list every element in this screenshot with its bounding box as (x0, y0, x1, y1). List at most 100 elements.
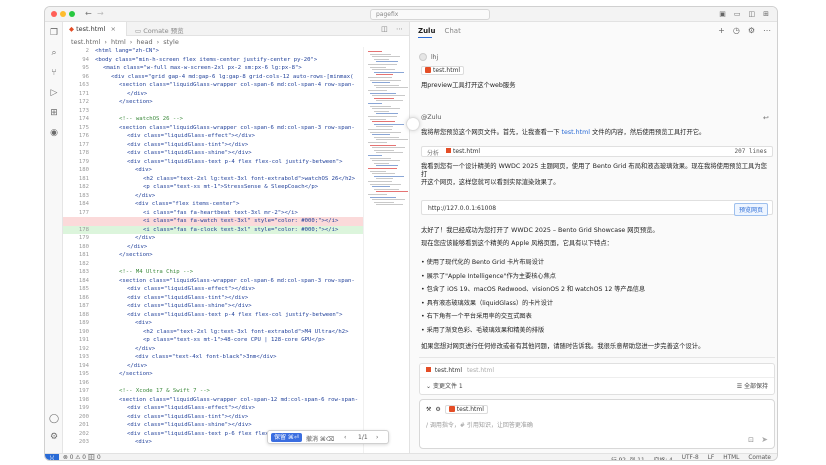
preview-page-button[interactable]: 预览网页 (733, 203, 768, 216)
breadcrumb-head[interactable]: head (136, 38, 152, 46)
changed-files-toggle[interactable]: ⌄ 变更文件 1 (426, 381, 463, 390)
back-arrow-icon[interactable]: ← (85, 9, 92, 18)
code-line[interactable]: 96 <div class="grid gap-4 md:gap-6 lg:gap… (63, 73, 363, 82)
source-control-icon[interactable]: ⑂ (49, 68, 59, 78)
status-item[interactable]: LF (708, 455, 715, 460)
code-line[interactable]: 163 <section class="liquidGlass-wrapper c… (63, 81, 363, 90)
attached-file-chip[interactable]: test.html (421, 66, 465, 75)
code-line[interactable]: 184 <div class="flex items-center"> (63, 200, 363, 209)
history-icon[interactable]: ◷ (733, 26, 740, 35)
status-item[interactable]: UTF-8 (682, 455, 699, 460)
tab-close-icon[interactable]: × (111, 25, 116, 33)
next-change-icon[interactable]: › (376, 434, 378, 441)
code-line[interactable]: 188 <div class="liquidGlass-text p-4 flex… (63, 311, 363, 320)
code-line[interactable]: 198 <section class="liquidGlass-wrapper c… (63, 396, 363, 405)
tab-zulu[interactable]: Zulu (418, 27, 435, 35)
code-line[interactable]: 175 <section class="liquidGlass-wrapper c… (63, 124, 363, 133)
code-line[interactable]: 187 <div class="liquidGlass-shine"></div> (63, 302, 363, 311)
code-line[interactable]: 183 <!-- M4 Ultra Chip --> (63, 268, 363, 277)
code-line[interactable]: 181 </section> (63, 251, 363, 260)
status-item[interactable]: 行 92, 列 11 (611, 455, 645, 460)
new-chat-icon[interactable]: + (718, 26, 725, 35)
code-line[interactable]: 172 </section> (63, 98, 363, 107)
code-line[interactable]: 179 <div class="liquidGlass-text p-4 flex… (63, 158, 363, 167)
code-line[interactable]: 171 </div> (63, 90, 363, 99)
tab-chat[interactable]: Chat (444, 27, 460, 35)
more-actions-icon[interactable]: ⋯ (396, 25, 403, 33)
reply-icon[interactable]: ↩ (763, 114, 769, 122)
maximize-window-button[interactable] (69, 11, 75, 17)
code-line[interactable]: 190 <h2 class="text-2xl lg:text-3xl font-… (63, 328, 363, 337)
status-item[interactable]: HTML (723, 455, 739, 460)
account-icon[interactable]: ◯ (49, 414, 59, 424)
keep-all-button[interactable]: ☰ 全部保持 (737, 381, 768, 390)
code-line[interactable]: 195 </section> (63, 370, 363, 379)
code-line[interactable]: 94 <body class="min-h-screen flex items-c… (63, 56, 363, 65)
status-item[interactable]: Comate (748, 455, 771, 460)
tools-icon[interactable]: ⚒ (426, 406, 431, 413)
status-item[interactable]: 空格: 4 (654, 455, 673, 460)
send-icon[interactable]: ➤ (761, 435, 768, 444)
code-line[interactable]: 197 <!-- Xcode 17 & Swift 7 --> (63, 387, 363, 396)
changed-file-name[interactable]: test.html (435, 367, 462, 374)
code-line[interactable]: 201 <div class="liquidGlass-shine"></div> (63, 421, 363, 430)
code-line[interactable]: 179 </div> (63, 234, 363, 243)
settings-icon[interactable]: ⚙ (435, 406, 440, 413)
tab-test-html[interactable]: ◆ test.html × (63, 22, 127, 36)
undo-change-button[interactable]: 撤消 ⌘⌫ (306, 434, 334, 443)
minimize-window-button[interactable] (60, 11, 66, 17)
more-icon[interactable]: ⋯ (763, 26, 771, 35)
code-line[interactable]: 192 </div> (63, 345, 363, 354)
code-line[interactable]: 182 <p class="text-xs mt-1">StressSense &… (63, 183, 363, 192)
code-line[interactable]: 173 (63, 107, 363, 116)
chat-input-box[interactable]: ⚒ ⚙ test.html / 调用指令，# 引用知识，让回答更准确 ⊡ ➤ (419, 399, 775, 449)
breadcrumb-file[interactable]: test.html (71, 38, 100, 46)
context-file-chip[interactable]: test.html (444, 405, 488, 414)
toggle-secondary-sidebar-icon[interactable]: ◫ (749, 10, 756, 18)
minimap[interactable] (363, 47, 409, 455)
code-line[interactable]: 200 <div class="liquidGlass-tint"></div> (63, 413, 363, 422)
code-line[interactable]: 180 </div> (63, 243, 363, 252)
previous-change-icon[interactable]: ‹ (344, 434, 346, 441)
customize-layout-icon[interactable]: ⊞ (763, 10, 769, 18)
code-line[interactable]: 185 <div class="liquidGlass-effect"></div… (63, 285, 363, 294)
code-line[interactable]: 191 <p class="text-xs mt-1">48-core CPU |… (63, 336, 363, 345)
code-line[interactable]: 196 (63, 379, 363, 388)
explorer-icon[interactable]: ❐ (49, 28, 59, 38)
code-line[interactable]: 182 (63, 260, 363, 269)
code-line[interactable]: 180 <div> (63, 166, 363, 175)
toggle-panel-icon[interactable]: ▭ (734, 10, 741, 18)
close-window-button[interactable] (51, 11, 57, 17)
search-icon[interactable]: ⌕ (49, 48, 59, 58)
extensions-icon[interactable]: ⊞ (49, 108, 59, 118)
code-line[interactable]: 178 <i class="fas fa-clock text-3xl" styl… (63, 225, 363, 234)
forward-arrow-icon[interactable]: → (97, 9, 104, 18)
analyze-file-card[interactable]: 分析 test.html 207 lines (421, 146, 773, 157)
toggle-sidebar-icon[interactable]: ▣ (719, 10, 726, 18)
preview-url[interactable]: http://127.0.0.1:61008 (428, 205, 496, 212)
command-center-search[interactable]: pagefix (370, 9, 490, 20)
remote-indicator-icon[interactable]: ⟩⟨ (45, 454, 59, 460)
breadcrumb-html[interactable]: html (111, 38, 126, 46)
code-line[interactable]: 174 <!-- watchOS 26 --> (63, 115, 363, 124)
keep-change-button[interactable]: 保留 ⌘⏎ (271, 433, 302, 442)
tab-comate-preview[interactable]: ▭ Comate 预览 (129, 22, 199, 36)
code-editor[interactable]: 2 <html lang="zh-CN"> 94 <body class="min-h… (63, 47, 363, 455)
split-editor-icon[interactable]: ◫ (381, 25, 388, 33)
run-debug-icon[interactable]: ▷ (49, 88, 59, 98)
code-line[interactable]: 2 <html lang="zh-CN"> (63, 47, 363, 56)
code-line[interactable]: 199 <div class="liquidGlass-effect"></div… (63, 404, 363, 413)
code-line[interactable]: 178 <div class="liquidGlass-shine"></div> (63, 149, 363, 158)
breadcrumb-style[interactable]: style (163, 38, 179, 46)
attach-icon[interactable]: ⊡ (748, 436, 754, 444)
comate-icon[interactable]: ◉ (49, 128, 59, 138)
code-line[interactable]: 181 <h2 class="text-2xl lg:text-3xl font-… (63, 175, 363, 184)
code-line[interactable]: 189 <div> (63, 319, 363, 328)
code-line[interactable]: 177 <div class="liquidGlass-tint"></div> (63, 141, 363, 150)
code-line[interactable]: 194 </div> (63, 362, 363, 371)
problems-indicator[interactable]: ⊗ 0 ⚠ 0 🗄 0 (63, 455, 101, 460)
code-line[interactable]: 176 <div class="liquidGlass-effect"></div… (63, 132, 363, 141)
settings-gear-icon[interactable]: ⚙ (748, 26, 755, 35)
code-line[interactable]: 177 <i class="fas fa-heartbeat text-3xl m… (63, 209, 363, 218)
file-link[interactable]: test.html (562, 129, 590, 136)
